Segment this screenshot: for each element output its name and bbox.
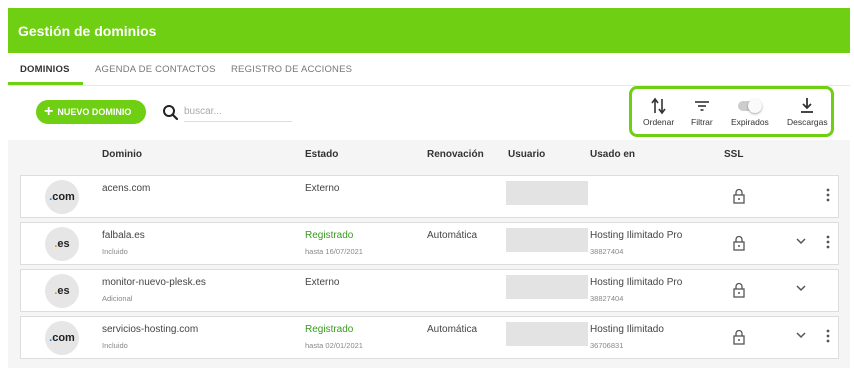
renewal-text: Automática [427,230,478,241]
table-row[interactable]: . com servicios-hosting.com Incluido Regi… [20,316,839,359]
status-text: Registrado [305,324,354,335]
status-text: Externo [305,183,340,194]
expired-switch[interactable] [737,99,762,113]
user-field [506,322,588,346]
download-label: Descargas [787,117,828,127]
tld-text: es [57,238,70,250]
user-field [506,275,588,299]
status-text: Registrado [305,230,354,241]
tab-action-log[interactable]: REGISTRO DE ACCIONES [231,64,352,75]
plus-icon: + [44,103,54,120]
tld-logo: . com [45,180,79,214]
tld-logo: . es [45,274,79,308]
lock-icon[interactable] [732,188,746,204]
new-domain-label: NUEVO DOMINIO [57,107,132,117]
used-in-id: 38827404 [590,247,624,256]
tab-contacts[interactable]: AGENDA DE CONTACTOS [95,64,216,75]
table-actions-group: Ordenar Filtrar Expirados Descargas [629,86,834,137]
lock-icon[interactable] [732,282,746,298]
tld-text: com [52,332,75,344]
table-row[interactable]: . es monitor-nuevo-plesk.es Adicional Ext… [20,269,839,312]
domain-name[interactable]: falbala.es [102,230,145,241]
sort-button[interactable]: Ordenar [643,97,674,127]
table-row[interactable]: . es falbala.es Incluido Registrado hasta… [20,222,839,265]
used-in-text[interactable]: Hosting Ilimitado [590,324,664,335]
domain-type: Adicional [102,294,133,303]
tld-text: es [57,285,70,297]
sort-icon [650,97,666,115]
download-button[interactable]: Descargas [787,97,828,127]
status-expiry: hasta 02/01/2021 [305,341,363,350]
app-header: Gestión de dominios [8,8,850,53]
user-field [506,228,588,252]
chevron-down-icon[interactable] [796,332,806,339]
status-expiry: hasta 16/07/2021 [305,247,363,256]
expired-toggle[interactable]: Expirados [731,97,769,127]
chevron-down-icon[interactable] [796,238,806,245]
used-in-text[interactable]: Hosting Ilimitado Pro [590,230,682,241]
filter-button[interactable]: Filtrar [691,97,713,127]
tld-logo: . com [45,321,79,355]
download-icon [801,98,814,113]
more-options-icon[interactable] [826,188,830,202]
search-icon[interactable] [162,104,180,122]
tab-bar: DOMINIOS AGENDA DE CONTACTOS REGISTRO DE… [8,53,850,86]
page-title: Gestión de dominios [18,23,157,39]
used-in-id: 36706831 [590,341,624,350]
domain-type: Incluido [102,247,128,256]
more-options-icon[interactable] [826,329,830,343]
search-input[interactable] [184,102,292,122]
switch-knob [747,99,762,113]
tab-domains[interactable]: DOMINIOS [20,64,70,75]
used-in-id: 38827404 [590,294,624,303]
domain-name[interactable]: monitor-nuevo-plesk.es [102,277,206,288]
table-row[interactable]: . com acens.com Externo [20,175,839,218]
active-tab-indicator [8,82,83,85]
lock-icon[interactable] [732,235,746,251]
col-renewal[interactable]: Renovación [427,149,484,160]
renewal-text: Automática [427,324,478,335]
domain-name[interactable]: acens.com [102,183,150,194]
filter-icon [694,101,709,111]
col-status[interactable]: Estado [305,149,338,160]
expired-label: Expirados [731,117,769,127]
sort-label: Ordenar [643,117,675,127]
domain-name[interactable]: servicios-hosting.com [102,324,198,335]
tld-logo: . es [45,227,79,261]
lock-icon[interactable] [732,329,746,345]
domains-table: Dominio Estado Renovación Usuario Usado … [8,140,850,368]
status-text: Externo [305,277,340,288]
new-domain-button[interactable]: + NUEVO DOMINIO [36,100,146,124]
col-ssl[interactable]: SSL [724,149,743,160]
tld-text: com [52,191,75,203]
col-domain[interactable]: Dominio [102,149,142,160]
chevron-down-icon[interactable] [796,285,806,292]
col-user[interactable]: Usuario [508,149,545,160]
user-field [506,181,588,205]
domain-type: Incluido [102,341,128,350]
filter-label: Filtrar [691,117,713,127]
col-used-in[interactable]: Usado en [590,149,635,160]
more-options-icon[interactable] [826,235,830,249]
used-in-text[interactable]: Hosting Ilimitado Pro [590,277,682,288]
